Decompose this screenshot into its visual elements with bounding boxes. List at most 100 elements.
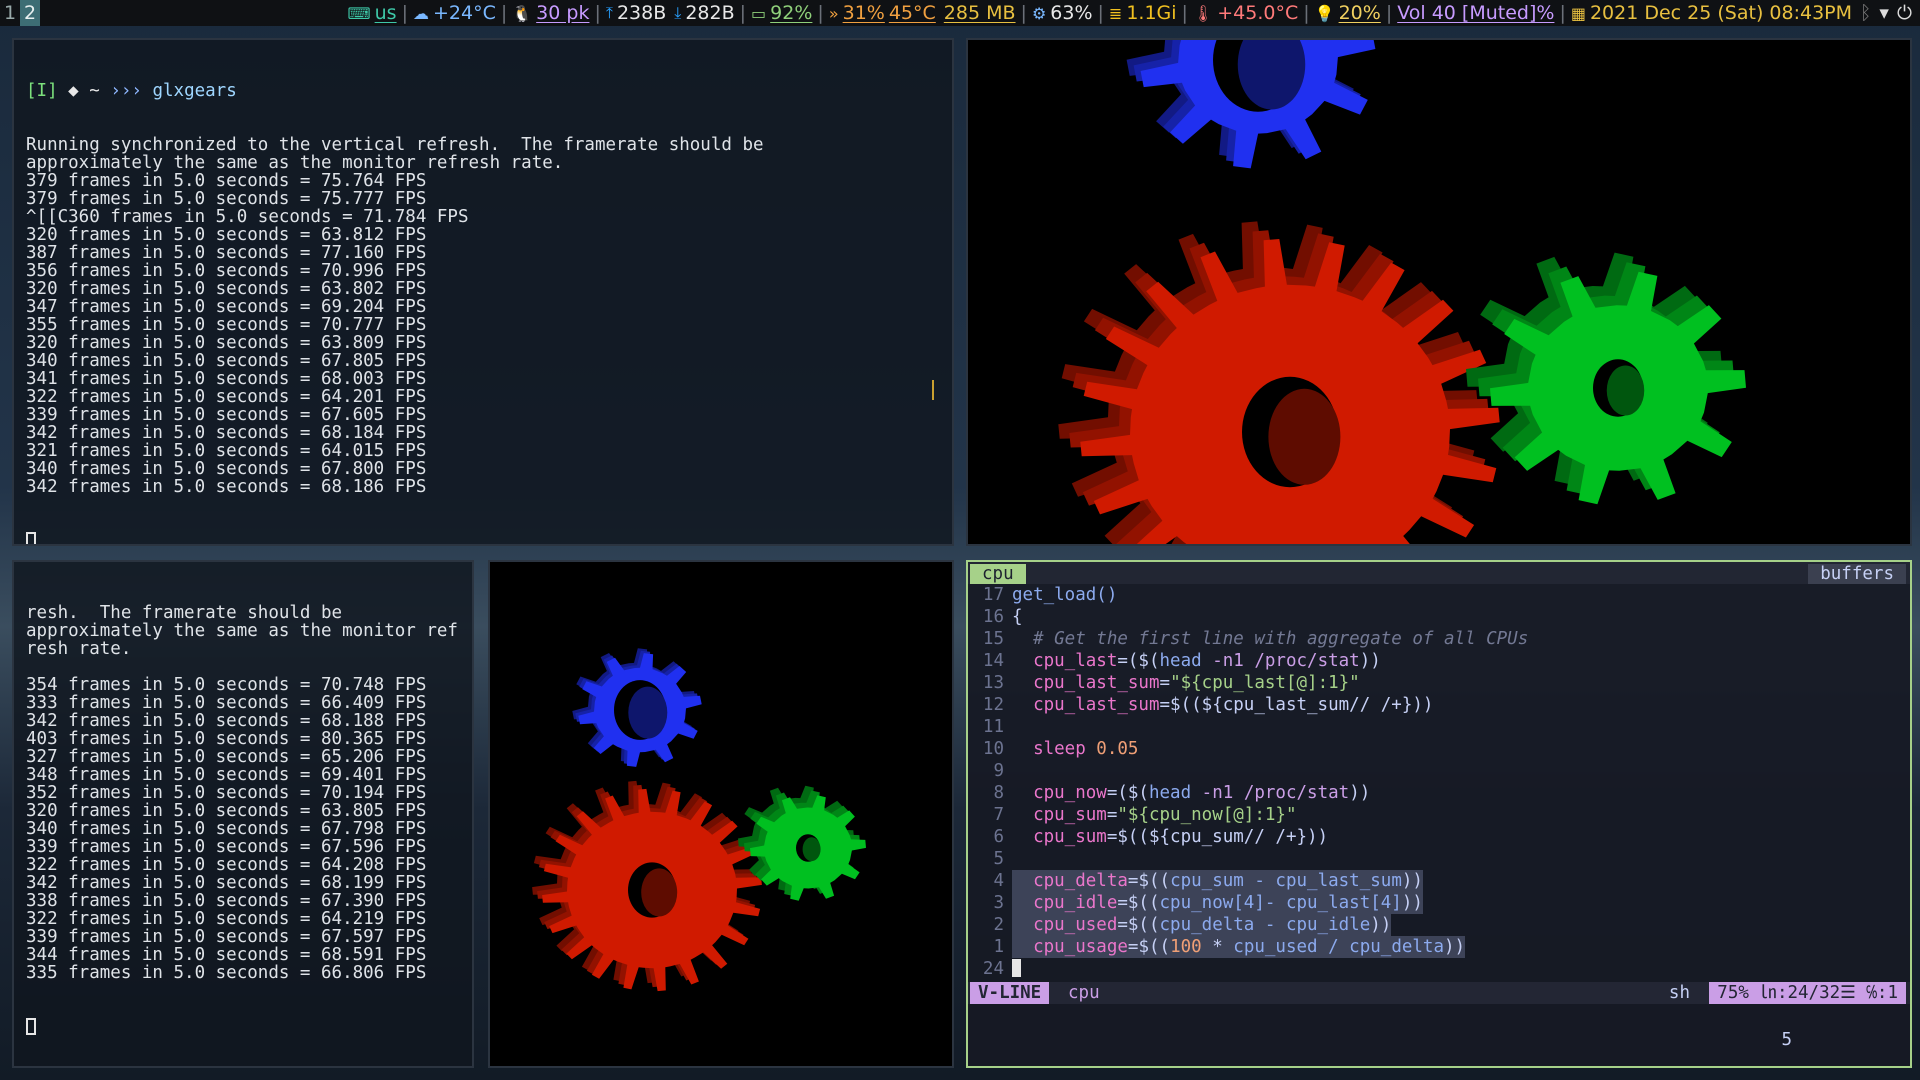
workspace-1[interactable]: 1 [0, 0, 20, 26]
code-line[interactable]: 15 # Get the first line with aggregate o… [968, 628, 1910, 650]
battery-module[interactable]: ▭ 92% [747, 2, 816, 24]
packages-module[interactable]: 🐧 30 pk [508, 2, 593, 24]
editor-window[interactable]: cpu buffers 17 get_load() 16{15 # Get the … [966, 560, 1912, 1068]
code-line[interactable]: 11 [968, 716, 1910, 738]
code-line[interactable]: 10 sleep 0.05 [968, 738, 1910, 760]
volume-module[interactable]: Vol 40 [Muted]% [1393, 2, 1558, 24]
terminal-output-line: 322 frames in 5.0 seconds = 64.208 FPS [26, 855, 427, 875]
power-icon[interactable]: ⏻ [1893, 2, 1916, 24]
code-line[interactable]: 1 cpu_usage=$((100 * cpu_used / cpu_delt… [968, 936, 1910, 958]
code-token: 100 [1170, 937, 1202, 957]
terminal-cursor [26, 1018, 36, 1035]
code-line[interactable]: 3 cpu_idle=$((cpu_now[4]- cpu_last[4])) [968, 892, 1910, 914]
code-token: cpu_last [1012, 651, 1118, 671]
code-line[interactable]: 7 cpu_sum="${cpu_now[@]:1}" [968, 804, 1910, 826]
code-token: head [1148, 783, 1192, 803]
terminal-output-line: 339 frames in 5.0 seconds = 67.596 FPS [26, 837, 427, 857]
terminal-output-line: 320 frames in 5.0 seconds = 63.809 FPS [26, 333, 427, 353]
code-token: cpu_used [1012, 915, 1118, 935]
prompt-mode: [I] [26, 81, 58, 101]
terminal-output-line: 340 frames in 5.0 seconds = 67.800 FPS [26, 459, 427, 479]
memory-module[interactable]: 285 MB [940, 2, 1020, 24]
code-text: sleep 0.05 [1012, 738, 1138, 760]
terminal-output-line: 339 frames in 5.0 seconds = 67.597 FPS [26, 927, 427, 947]
code-area[interactable]: 17 get_load() 16{15 # Get the first line w… [968, 584, 1910, 980]
terminal-output-line: resh rate. [26, 639, 132, 659]
code-token: = [1106, 805, 1118, 825]
status-position: 75% ㏑:24/32☰ ℅:1 [1709, 982, 1906, 1004]
penguin-icon: 🐧 [512, 3, 533, 23]
code-line[interactable]: 16 { [968, 606, 1910, 628]
code-text: cpu_delta=$((cpu_sum - cpu_last_sum)) [1012, 870, 1423, 892]
terminal-output-line: 348 frames in 5.0 seconds = 69.401 FPS [26, 765, 427, 785]
code-token: cpu_delta [1012, 871, 1128, 891]
code-token: cpu_sum [1012, 805, 1107, 825]
code-token: sleep [1012, 739, 1086, 759]
code-text: cpu_used=$((cpu_delta - cpu_idle)) [1012, 914, 1392, 936]
temperature-module[interactable]: 🌡 +45.0°C [1189, 2, 1302, 24]
wifi-icon[interactable]: ▾ [1875, 2, 1893, 24]
code-token: = [1159, 673, 1171, 693]
code-line[interactable]: 24 [968, 958, 1910, 980]
code-line[interactable]: 12 cpu_last_sum=$((${cpu_last_sum// /+})… [968, 694, 1910, 716]
red-gear [532, 780, 762, 992]
terminal-output-line: 340 frames in 5.0 seconds = 67.798 FPS [26, 819, 427, 839]
text-caret [932, 380, 934, 400]
terminal-bottom[interactable]: resh. The framerate should be approximate… [12, 560, 474, 1068]
line-number: 14 [982, 651, 1004, 671]
workspace-2[interactable]: 2 [20, 0, 40, 26]
net-up-module[interactable]: ⤒ 238B [602, 2, 670, 24]
ram-module[interactable]: ≣ 1.1Gi [1105, 2, 1181, 24]
glxgears-window-large[interactable] [966, 38, 1912, 546]
terminal-output-line: 321 frames in 5.0 seconds = 64.015 FPS [26, 441, 427, 461]
code-line[interactable]: 9 [968, 760, 1910, 782]
code-token: =$(( [1127, 937, 1171, 957]
glxgears-window-small[interactable] [488, 560, 954, 1068]
keyboard-module[interactable]: ⌨ us [344, 2, 401, 24]
code-token: =$(( [1117, 915, 1160, 935]
terminal-output-line: 342 frames in 5.0 seconds = 68.184 FPS [26, 423, 427, 443]
download-icon: ⤓ [674, 3, 682, 22]
line-number: 8 [993, 783, 1004, 803]
code-line[interactable]: 14 cpu_last=($(head -n1 /proc/stat)) [968, 650, 1910, 672]
code-text: get_load() [1012, 584, 1117, 606]
terminal-output: resh. The framerate should be approximate… [26, 604, 460, 982]
terminal-cursor-line [26, 532, 940, 544]
terminal-output-line: 352 frames in 5.0 seconds = 70.194 FPS [26, 783, 427, 803]
code-token: )) [1359, 651, 1381, 671]
terminal-output-line: 344 frames in 5.0 seconds = 68.591 FPS [26, 945, 427, 965]
code-line[interactable]: 17 get_load() [968, 584, 1910, 606]
terminal-output-line: 347 frames in 5.0 seconds = 69.204 FPS [26, 297, 427, 317]
net-down-module[interactable]: ⤓ 282B [670, 2, 738, 24]
code-line[interactable]: 4 cpu_delta=$((cpu_sum - cpu_last_sum)) [968, 870, 1910, 892]
code-token: "${cpu_now[@]:1}" [1117, 805, 1297, 825]
datetime-module[interactable]: ▦ 2021 Dec 25 (Sat) 08:43PM [1567, 2, 1856, 24]
bluetooth-icon[interactable]: ᛒ [1856, 2, 1875, 24]
terminal-output-line: 320 frames in 5.0 seconds = 63.812 FPS [26, 225, 427, 245]
code-line[interactable]: 13 cpu_last_sum="${cpu_last[@]:1}" [968, 672, 1910, 694]
blue-gear [572, 648, 702, 767]
cpu-load-module[interactable]: » 31% 45°C [825, 2, 940, 24]
code-text: cpu_sum=$((${cpu_sum// /+})) [1012, 826, 1328, 848]
terminal-output-line: 338 frames in 5.0 seconds = 67.390 FPS [26, 891, 427, 911]
code-token: cpu_now[4]- cpu_last[4] [1159, 893, 1402, 913]
line-number: 5 [993, 849, 1004, 869]
code-line[interactable]: 5 [968, 848, 1910, 870]
terminal-output-line: 379 frames in 5.0 seconds = 75.777 FPS [26, 189, 427, 209]
terminal-top[interactable]: [I] ◆ ~ ››› glxgears Running synchronize… [12, 38, 954, 546]
code-line[interactable]: 6 cpu_sum=$((${cpu_sum// /+})) [968, 826, 1910, 848]
terminal-output-line: 354 frames in 5.0 seconds = 70.748 FPS [26, 675, 427, 695]
code-line[interactable]: 2 cpu_used=$((cpu_delta - cpu_idle)) [968, 914, 1910, 936]
code-token: cpu_used / cpu_delta [1233, 937, 1444, 957]
cpu-usage-module[interactable]: ⚙ 63% [1028, 2, 1097, 24]
thermometer-icon: 🌡 [1192, 3, 1214, 23]
code-text: # Get the first line with aggregate of a… [1012, 628, 1528, 650]
tab-cpu[interactable]: cpu [970, 564, 1026, 584]
terminal-output-line: resh. The framerate should be [26, 603, 343, 623]
code-token: -n1 /proc/stat [1191, 783, 1350, 803]
code-line[interactable]: 8 cpu_now=($(head -n1 /proc/stat)) [968, 782, 1910, 804]
buffers-label[interactable]: buffers [1808, 564, 1906, 584]
gears-render-small [532, 648, 866, 992]
weather-module[interactable]: ☁ +24°C [409, 2, 500, 24]
brightness-module[interactable]: 💡 20% [1311, 2, 1385, 24]
